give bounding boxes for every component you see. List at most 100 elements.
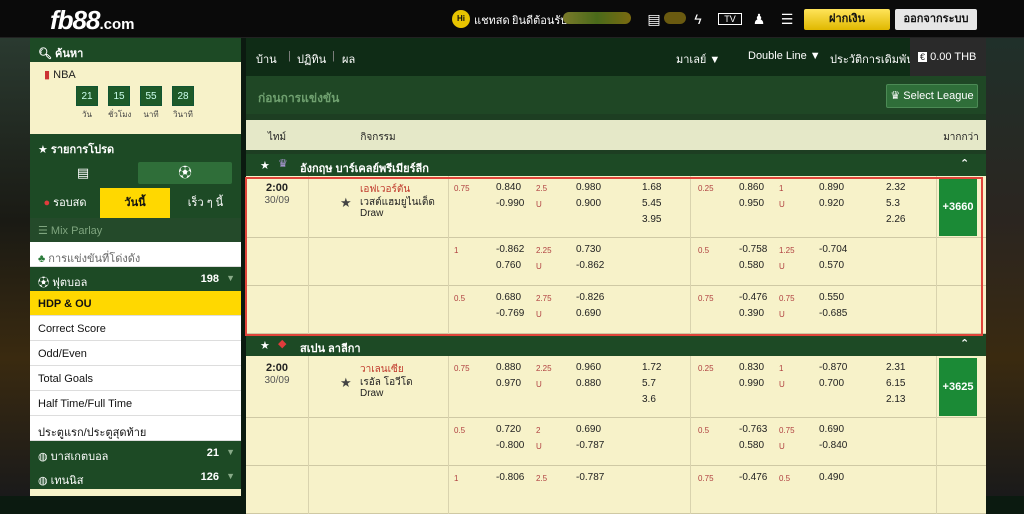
odds-over-1h[interactable]: 0.890 xyxy=(819,182,844,193)
favorites-header[interactable]: ★ รายการโปรด xyxy=(30,134,241,158)
logout-button[interactable]: ออกจากระบบ xyxy=(895,9,977,30)
odds-home-1h[interactable]: -0.763 xyxy=(739,424,767,435)
odds-1x2[interactable]: 5.7 xyxy=(642,378,656,389)
odds-away[interactable]: 0.970 xyxy=(496,378,521,389)
nav-results[interactable]: ผล xyxy=(342,50,355,68)
odds-1x2-1h[interactable]: 2.31 xyxy=(886,362,905,373)
odds-under-1h[interactable]: 0.700 xyxy=(819,378,844,389)
list-view-icon[interactable]: ▤ xyxy=(36,162,130,184)
soccer-view-icon[interactable]: ⚽︎ xyxy=(138,162,232,184)
more-markets-button[interactable]: +3660 xyxy=(939,178,977,236)
market-correct-score[interactable]: Correct Score xyxy=(30,316,241,341)
odds-home[interactable]: 0.680 xyxy=(496,292,521,303)
odds-1x2-1h[interactable]: 2.26 xyxy=(886,214,905,225)
odds-under-1h[interactable]: -0.840 xyxy=(819,440,847,451)
mix-parlay[interactable]: ☰ Mix Parlay xyxy=(30,218,241,242)
odds-away[interactable]: -0.769 xyxy=(496,308,524,319)
odds-over[interactable]: 0.980 xyxy=(576,182,601,193)
odds-home-1h[interactable]: -0.476 xyxy=(739,472,767,483)
sport-football[interactable]: ⚽︎ ฟุตบอล 198 ▼ xyxy=(30,267,241,291)
market-ht-ft[interactable]: Half Time/Full Time xyxy=(30,391,241,416)
odds-1x2[interactable]: 5.45 xyxy=(642,198,661,209)
odds-home[interactable]: -0.862 xyxy=(496,244,524,255)
star-icon[interactable]: ★ xyxy=(260,159,270,172)
sport-basketball[interactable]: ◍ บาสเกตบอล 21 ▼ xyxy=(30,441,241,465)
logo[interactable]: fb88.com xyxy=(50,5,134,35)
lightning-icon[interactable]: ϟ xyxy=(689,10,707,28)
deposit-button[interactable]: ฝากเงิน xyxy=(804,9,890,30)
odds-under-1h[interactable]: 0.570 xyxy=(819,260,844,271)
odds-home-1h[interactable]: -0.758 xyxy=(739,244,767,255)
tv-icon[interactable]: TV xyxy=(718,13,742,25)
odds-under[interactable]: 0.690 xyxy=(576,308,601,319)
odds-under[interactable]: 0.880 xyxy=(576,378,601,389)
tab-upcoming[interactable]: เร็ว ๆ นี้ xyxy=(170,188,241,218)
select-league-button[interactable]: ♛ Select League xyxy=(886,84,978,108)
odds-1x2-1h[interactable]: 2.13 xyxy=(886,394,905,405)
market-first-last-goal[interactable]: ประตูแรก/ประตูสุดท้าย xyxy=(30,416,241,441)
star-icon[interactable]: ★ xyxy=(260,339,270,352)
odds-1x2[interactable]: 1.72 xyxy=(642,362,661,373)
odds-over-1h[interactable]: 0.550 xyxy=(819,292,844,303)
odds-1x2-1h[interactable]: 2.32 xyxy=(886,182,905,193)
search-box[interactable]: 🔍︎ ค้นหา xyxy=(30,38,241,62)
more-markets-button[interactable]: +3625 xyxy=(939,358,977,416)
wallet-icon[interactable]: ▤ xyxy=(645,10,663,28)
odds-over[interactable]: 0.730 xyxy=(576,244,601,255)
odds-away-1h[interactable]: 0.390 xyxy=(739,308,764,319)
odds-away[interactable]: -0.800 xyxy=(496,440,524,451)
odds-home[interactable]: 0.840 xyxy=(496,182,521,193)
odds-1x2-1h[interactable]: 5.3 xyxy=(886,198,900,209)
odds-over-1h[interactable]: -0.870 xyxy=(819,362,847,373)
odds-home[interactable]: 0.880 xyxy=(496,362,521,373)
outright-link[interactable]: ♣ การแข่งขันที่โด่งดัง xyxy=(30,242,241,267)
favorite-star-icon[interactable]: ★ xyxy=(340,375,352,391)
odds-home-1h[interactable]: 0.830 xyxy=(739,362,764,373)
balance-display[interactable]: € 0.00 THB xyxy=(910,38,986,76)
odds-away[interactable]: 0.760 xyxy=(496,260,521,271)
market-odd-even[interactable]: Odd/Even xyxy=(30,341,241,366)
league-header[interactable]: ★ ♛ อังกฤษ บาร์เคลย์พรีเมียร์ลีก ⌃ xyxy=(246,154,986,176)
league-header[interactable]: ★ ◆ สเปน ลาลีกา ⌃ xyxy=(246,334,986,356)
collapse-icon[interactable]: ⌃ xyxy=(960,157,969,170)
odds-home[interactable]: 0.720 xyxy=(496,424,521,435)
odds-over[interactable]: -0.826 xyxy=(576,292,604,303)
odds-away-1h[interactable]: 0.580 xyxy=(739,260,764,271)
odds-under[interactable]: -0.787 xyxy=(576,440,604,451)
chat-icon[interactable]: Hi xyxy=(452,10,470,28)
odds-1x2-1h[interactable]: 6.15 xyxy=(886,378,905,389)
nba-promo[interactable]: ▮ NBA xyxy=(30,62,241,86)
odds-home-1h[interactable]: -0.476 xyxy=(739,292,767,303)
odds-over[interactable]: 0.690 xyxy=(576,424,601,435)
odds-under[interactable]: -0.862 xyxy=(576,260,604,271)
odds-away-1h[interactable]: 0.950 xyxy=(739,198,764,209)
odds-1x2[interactable]: 3.95 xyxy=(642,214,661,225)
odds-under-1h[interactable]: -0.685 xyxy=(819,308,847,319)
sport-tennis[interactable]: ◍ เทนนิส 126 ▼ xyxy=(30,465,241,489)
favorite-star-icon[interactable]: ★ xyxy=(340,195,352,211)
odds-over-1h[interactable]: -0.704 xyxy=(819,244,847,255)
odds-away-1h[interactable]: 0.990 xyxy=(739,378,764,389)
odds-over-1h[interactable]: 0.490 xyxy=(819,472,844,483)
bet-history-link[interactable]: ประวัติการเดิมพัน xyxy=(830,50,914,68)
nav-home[interactable]: บ้าน xyxy=(256,50,277,68)
odds-home-1h[interactable]: 0.860 xyxy=(739,182,764,193)
odds-over-1h[interactable]: 0.690 xyxy=(819,424,844,435)
tab-live[interactable]: ● รอบสด xyxy=(30,188,100,218)
odds-away-1h[interactable]: 0.580 xyxy=(739,440,764,451)
odds-1x2[interactable]: 1.68 xyxy=(642,182,661,193)
odds-over[interactable]: 0.960 xyxy=(576,362,601,373)
nav-calendar[interactable]: ปฏิทิน xyxy=(297,50,326,68)
market-hdp-ou[interactable]: HDP & OU xyxy=(30,291,241,316)
user-icon[interactable]: ♟ xyxy=(750,10,768,28)
collapse-icon[interactable]: ⌃ xyxy=(960,337,969,350)
odds-1x2[interactable]: 3.6 xyxy=(642,394,656,405)
language-select[interactable]: มาเลย์ ▼ xyxy=(676,50,720,68)
odds-home[interactable]: -0.806 xyxy=(496,472,524,483)
odds-under[interactable]: 0.900 xyxy=(576,198,601,209)
odds-over[interactable]: -0.787 xyxy=(576,472,604,483)
odds-under-1h[interactable]: 0.920 xyxy=(819,198,844,209)
market-total-goals[interactable]: Total Goals xyxy=(30,366,241,391)
odds-line-select[interactable]: Double Line ▼ xyxy=(748,50,821,62)
list-icon[interactable]: ☰ xyxy=(778,10,796,28)
